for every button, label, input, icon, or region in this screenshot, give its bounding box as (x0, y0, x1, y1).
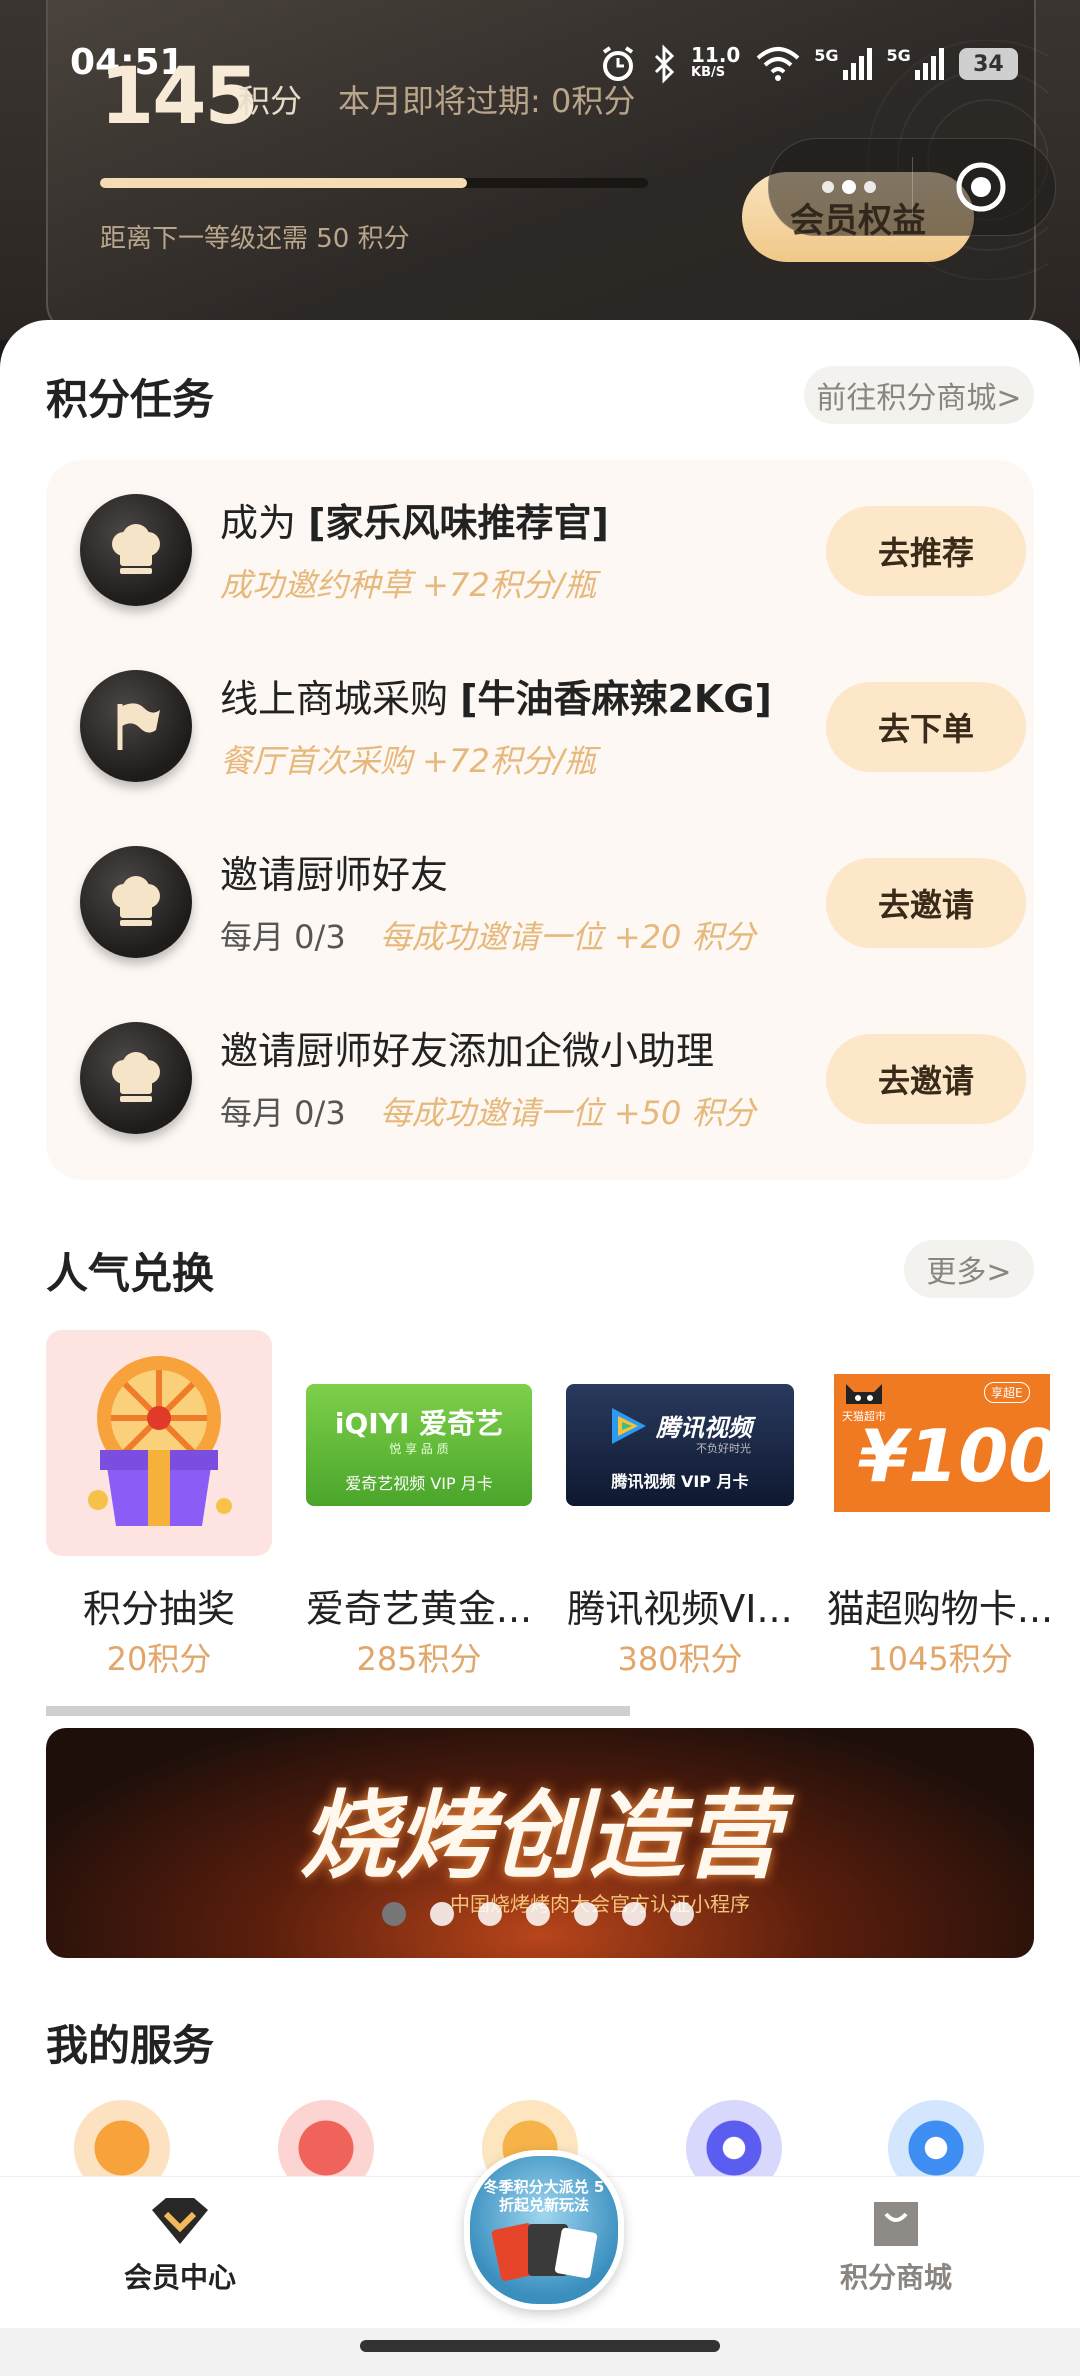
task-action-button[interactable]: 去下单 (826, 682, 1026, 772)
exchange-item-thumb-iqiyi[interactable]: iQIYI 爱奇艺 悦 享 品 质 爱奇艺视频 VIP 月卡 (306, 1384, 532, 1506)
signal-bars-icon (914, 48, 944, 80)
exchange-item-price: 1045积分 (867, 1640, 1013, 1678)
task-reward: 每成功邀请一位 +20 积分 (379, 918, 756, 956)
center-promo-text: 冬季积分大派兑 5折起兑新玩法 (483, 2178, 605, 2214)
home-indicator[interactable] (360, 2340, 720, 2352)
task-action-button[interactable]: 去推荐 (826, 506, 1026, 596)
more-menu-icon[interactable] (789, 159, 909, 215)
exchange-item-name: 爱奇艺黄金... (305, 1587, 533, 1631)
battery-icon: 34 (958, 48, 1019, 80)
task-title-highlight: [牛油香麻辣2KG] (460, 677, 772, 721)
task-title: 成为 [家乐风味推荐官] (220, 492, 609, 547)
task-title: 线上商城采购 [牛油香麻辣2KG] (220, 668, 772, 723)
tencent-brand: 腾讯视频 (656, 1414, 752, 1442)
task-action-button[interactable]: 去邀请 (826, 858, 1026, 948)
exchange-item-thumb-lottery[interactable] (46, 1330, 272, 1556)
nav-member-center[interactable]: 会员中心 (100, 2256, 260, 2296)
signal-bars-icon (842, 48, 872, 80)
task-title-text: 邀请厨师好友添加企微小助理 (220, 1029, 715, 1073)
task-title-text: 成为 (220, 501, 309, 545)
task-reward: 餐厅首次采购 +72积分/瓶 (220, 742, 597, 780)
task-title-text: 线上商城采购 (220, 677, 461, 721)
exchange-item-thumb-tmall[interactable]: 天猫超市 享超E ¥100 (834, 1374, 1050, 1512)
chef-hat-icon (80, 846, 192, 958)
next-level-text: 距离下一等级还需 50 积分 (100, 224, 410, 254)
promo-banner[interactable]: 烧烤创造营 中国烧烤烤肉大会官方认证小程序 (46, 1728, 1034, 1958)
tmall-value: ¥100 (858, 1414, 1050, 1498)
task-monthly-count: 每月 0/3 (220, 918, 346, 956)
exchange-item-name: 腾讯视频VI... (567, 1587, 793, 1631)
banner-title: 烧烤创造营 (300, 1779, 780, 1892)
exchange-section-title: 人气兑换 (46, 1249, 215, 1298)
exchange-item-price: 380积分 (617, 1640, 743, 1678)
tmall-tag: 享超E (984, 1382, 1030, 1403)
banner-dot (670, 1902, 694, 1926)
exchange-item-name: 积分抽奖 (82, 1587, 235, 1631)
signal-2: 5G (887, 46, 945, 82)
miniprogram-capsule (768, 138, 1056, 236)
banner-dot (622, 1902, 646, 1926)
level-progress-fill (100, 178, 468, 188)
tmall-cat-icon (846, 1384, 882, 1404)
promo-card-white (554, 2227, 598, 2279)
wifi-icon (757, 47, 800, 81)
exchange-item-price: 285积分 (356, 1640, 482, 1678)
system-nav-background (0, 2328, 1080, 2376)
task-detail: 每月 0/3 每成功邀请一位 +20 积分 (220, 912, 756, 958)
lottery-gift-icon (88, 1356, 232, 1526)
banner-dot (478, 1902, 502, 1926)
banner-dot-active (382, 1902, 406, 1926)
task-reward: 成功邀约种草 +72积分/瓶 (220, 566, 597, 604)
exchange-item-name: 猫超购物卡... (826, 1587, 1054, 1631)
points-value: 145 (100, 52, 259, 142)
chef-hat-icon (80, 1022, 192, 1134)
tasks-section-title: 积分任务 (46, 375, 215, 424)
member-center-icon[interactable] (140, 2194, 220, 2254)
net-speed: 11.0 KB/S (691, 43, 741, 80)
task-reward: 每成功邀请一位 +50 积分 (379, 1094, 756, 1132)
nav-points-mall[interactable]: 积分商城 (816, 2256, 976, 2296)
flag-icon (80, 670, 192, 782)
task-detail: 每月 0/3 每成功邀请一位 +50 积分 (220, 1088, 756, 1134)
tencent-card-text: 腾讯视频 VIP 月卡 (611, 1472, 749, 1491)
task-action-button[interactable]: 去邀请 (826, 1034, 1026, 1124)
task-detail: 餐厅首次采购 +72积分/瓶 (220, 736, 597, 782)
iqiyi-brand: iQIYI 爱奇艺 (334, 1407, 504, 1440)
banner-dot (574, 1902, 598, 1926)
iqiyi-slogan: 悦 享 品 质 (389, 1442, 449, 1456)
task-title: 邀请厨师好友 (220, 844, 448, 899)
exchange-scroll-indicator (46, 1706, 630, 1716)
task-monthly-count: 每月 0/3 (220, 1094, 346, 1132)
bluetooth-icon (655, 44, 675, 84)
exchange-item-thumb-tencent[interactable]: 腾讯视频 不负好时光 腾讯视频 VIP 月卡 (566, 1384, 794, 1506)
tencent-video-logo-icon (612, 1408, 646, 1444)
exchange-item-price: 20积分 (106, 1640, 212, 1678)
banner-dot (526, 1902, 550, 1926)
go-to-points-mall-link[interactable]: 前往积分商城> (804, 366, 1034, 424)
signal-1: 5G (814, 46, 872, 82)
task-title: 邀请厨师好友添加企微小助理 (220, 1020, 714, 1075)
points-unit: 积分 (238, 82, 303, 120)
expire-notice: 本月即将过期: 0积分 (338, 82, 636, 120)
services-section-title: 我的服务 (46, 2021, 215, 2070)
iqiyi-card-text: 爱奇艺视频 VIP 月卡 (345, 1474, 493, 1493)
task-title-highlight: [家乐风味推荐官] (308, 501, 609, 545)
exchange-more-link[interactable]: 更多> (904, 1240, 1034, 1298)
chef-hat-icon (80, 494, 192, 606)
close-miniprogram-icon[interactable] (953, 159, 1009, 215)
tencent-slogan: 不负好时光 (696, 1442, 751, 1455)
task-title-text: 邀请厨师好友 (220, 853, 449, 897)
banner-pagination (382, 1902, 694, 1926)
banner-dot (430, 1902, 454, 1926)
status-icons: 11.0 KB/S 5G 5G 34 (598, 40, 1019, 88)
task-detail: 成功邀约种草 +72积分/瓶 (220, 560, 597, 606)
center-promo-button[interactable]: 冬季积分大派兑 5折起兑新玩法 (464, 2150, 624, 2310)
points-mall-icon[interactable] (866, 2194, 926, 2254)
